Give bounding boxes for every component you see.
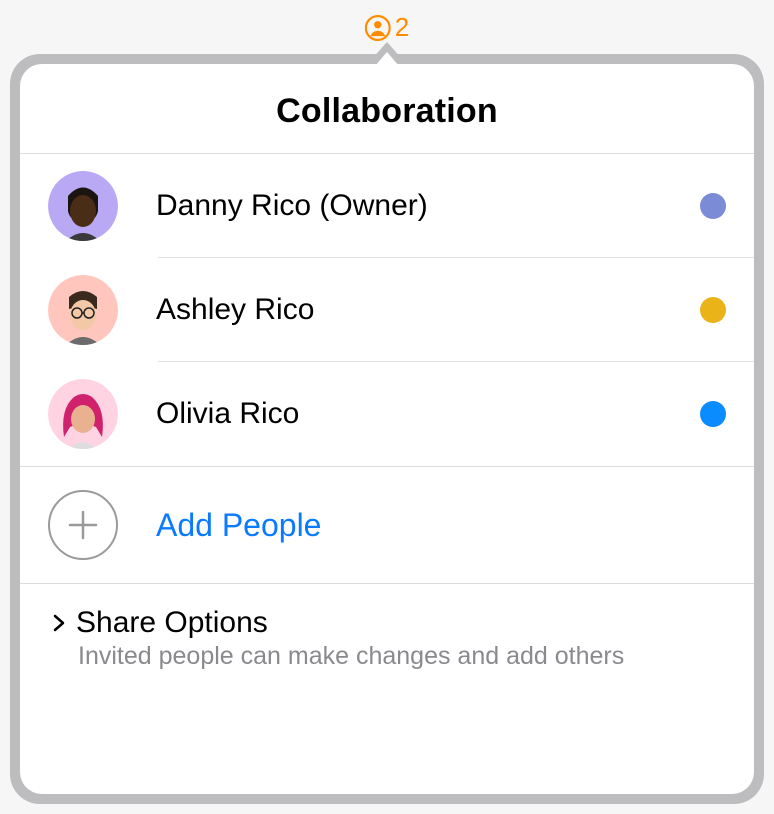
status-dot (700, 401, 726, 427)
plus-icon (48, 490, 118, 560)
avatar (48, 379, 118, 449)
avatar (48, 171, 118, 241)
participant-name: Ashley Rico (156, 293, 700, 327)
popover-title: Collaboration (20, 92, 754, 131)
collaboration-popover: Collaboration Danny Rico (Owner) (20, 64, 754, 794)
collaboration-count: 2 (395, 12, 409, 43)
popover-frame: Collaboration Danny Rico (Owner) (10, 54, 764, 804)
add-people-button[interactable]: Add People (20, 467, 754, 583)
share-options-description: Invited people can make changes and add … (48, 642, 726, 671)
add-people-label: Add People (156, 507, 321, 544)
share-options-button[interactable]: Share Options Invited people can make ch… (20, 584, 754, 699)
share-options-title: Share Options (76, 606, 268, 640)
participant-name: Olivia Rico (156, 397, 700, 431)
popover-header: Collaboration (20, 64, 754, 154)
participant-row[interactable]: Danny Rico (Owner) (20, 154, 754, 258)
participant-row[interactable]: Olivia Rico (20, 362, 754, 466)
participant-name: Danny Rico (Owner) (156, 189, 700, 223)
popover-caret-inner (375, 52, 399, 66)
person-badge-icon (365, 15, 391, 41)
status-dot (700, 297, 726, 323)
participant-row[interactable]: Ashley Rico (20, 258, 754, 362)
chevron-right-icon (48, 612, 70, 634)
status-dot (700, 193, 726, 219)
collaboration-badge[interactable]: 2 (365, 12, 409, 43)
avatar (48, 275, 118, 345)
